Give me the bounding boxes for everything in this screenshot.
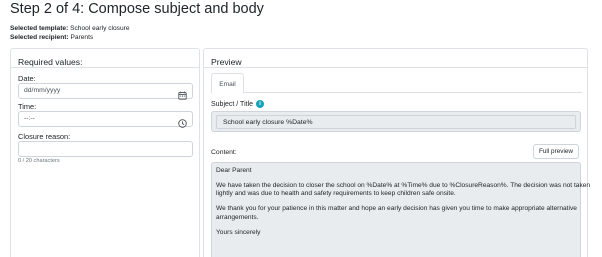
preview-tabs: Email <box>211 73 582 94</box>
time-input-value: --:-- <box>24 115 35 122</box>
selected-recipient: Selected recipient: Parents <box>10 34 93 41</box>
time-input[interactable]: --:-- <box>18 111 193 128</box>
preview-panel: Preview Email Subject / Title i School e… <box>203 48 591 257</box>
selected-template: Selected template: School early closure <box>10 25 129 32</box>
subject-value: School early closure %Date% <box>216 115 576 129</box>
closure-reason-label: Closure reason: <box>18 132 71 141</box>
date-label: Date: <box>18 74 36 83</box>
subject-preview: School early closure %Date% <box>211 111 581 132</box>
closure-reason-input[interactable] <box>18 141 193 157</box>
selected-template-value: School early closure <box>70 25 130 32</box>
full-preview-button[interactable]: Full preview <box>533 144 579 159</box>
preview-heading: Preview <box>204 49 587 68</box>
selected-recipient-label: Selected recipient: <box>10 34 69 41</box>
tab-email[interactable]: Email <box>211 73 244 94</box>
required-values-heading: Required values: <box>11 49 199 68</box>
clock-icon[interactable] <box>178 115 187 128</box>
calendar-icon[interactable] <box>178 87 187 100</box>
required-values-panel: Required values: Date: dd/mm/yyyy Time: … <box>10 48 200 257</box>
date-input[interactable]: dd/mm/yyyy <box>18 83 193 100</box>
subject-label: Subject / Title <box>211 100 254 108</box>
subject-label-row: Subject / Title i <box>211 100 265 108</box>
content-signoff: Yours sincerely <box>216 228 261 236</box>
selected-template-label: Selected template: <box>10 25 69 32</box>
page-title: Step 2 of 4: Compose subject and body <box>10 1 264 17</box>
content-paragraph-1-line-1: We have taken the decision to closer the… <box>216 181 591 189</box>
content-paragraph-1-line-2: lightly and was due to health and safety… <box>216 190 456 198</box>
content-label: Content: <box>211 149 237 156</box>
time-label: Time: <box>18 102 37 111</box>
content-preview: Dear Parent We have taken the decision t… <box>211 162 591 257</box>
content-greeting: Dear Parent <box>216 167 252 174</box>
character-count: 0 / 20 characters <box>18 158 60 164</box>
selected-recipient-value: Parents <box>70 34 94 41</box>
info-icon[interactable]: i <box>256 100 265 108</box>
content-paragraph-2-line-1: We thank you for your patience in this m… <box>216 205 577 213</box>
content-paragraph-2-line-2: arrangements. <box>216 213 259 221</box>
date-input-value: dd/mm/yyyy <box>24 87 61 94</box>
